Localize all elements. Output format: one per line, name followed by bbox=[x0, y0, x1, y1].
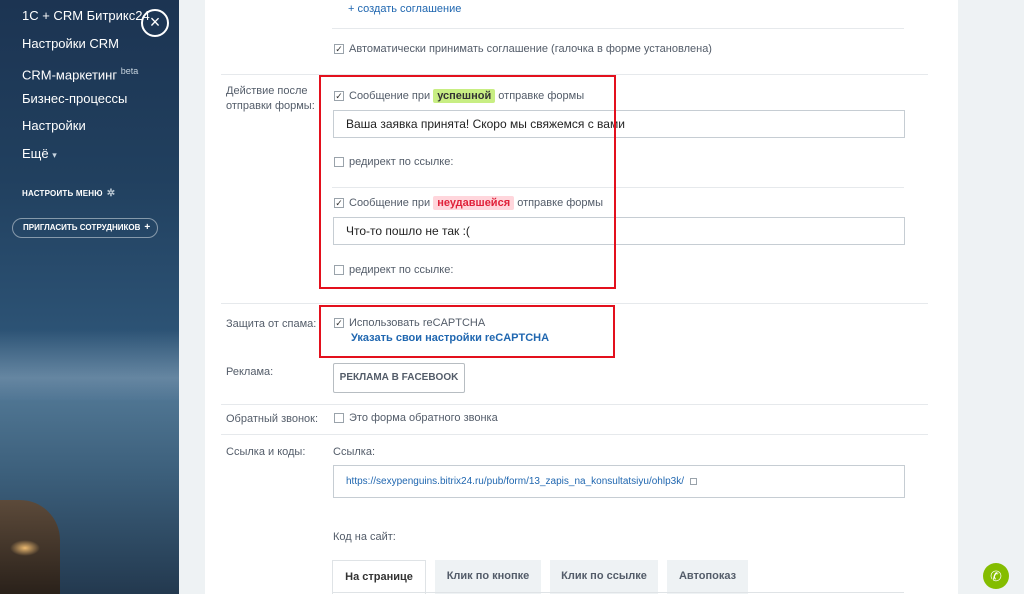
divider bbox=[332, 28, 904, 29]
after-submit-label: Действие после отправки формы: bbox=[226, 85, 315, 112]
sidebar-item-crm-settings[interactable]: Настройки CRM bbox=[22, 34, 172, 62]
callback-checkbox[interactable] bbox=[334, 413, 344, 423]
tab-autoshow[interactable]: Автопоказ bbox=[667, 560, 748, 594]
background-mountains bbox=[0, 330, 179, 410]
form-url-field[interactable]: https://sexypenguins.bitrix24.ru/pub/for… bbox=[333, 465, 905, 498]
chevron-down-icon: ▾ bbox=[52, 149, 57, 160]
divider bbox=[221, 404, 928, 405]
divider bbox=[221, 303, 928, 304]
highlight-frame bbox=[319, 75, 616, 289]
beta-badge: beta bbox=[120, 66, 139, 76]
auto-accept-checkbox[interactable]: ✓ bbox=[334, 44, 344, 54]
sidebar-item-settings[interactable]: Настройки bbox=[22, 116, 172, 144]
tab-on-page[interactable]: На странице bbox=[332, 560, 426, 594]
phone-icon[interactable]: ✆ bbox=[983, 563, 1009, 589]
invite-employees-button[interactable]: ПРИГЛАСИТЬ СОТРУДНИКОВ + bbox=[12, 218, 158, 238]
left-menu-sidebar: 1С + CRM Битрикс24 Настройки CRM CRM-мар… bbox=[0, 0, 179, 594]
code-caption: Код на сайт: bbox=[333, 531, 396, 543]
create-agreement-link[interactable]: + создать соглашение bbox=[348, 3, 461, 15]
tab-click-button[interactable]: Клик по кнопке bbox=[435, 560, 541, 594]
links-codes-label: Ссылка и коды: bbox=[226, 446, 306, 458]
tab-click-link[interactable]: Клик по ссылке bbox=[550, 560, 658, 594]
divider bbox=[221, 434, 928, 435]
sidebar-item-crm-marketing[interactable]: CRM-маркетинг beta bbox=[22, 61, 172, 89]
ads-label: Реклама: bbox=[226, 366, 274, 378]
link-caption: Ссылка: bbox=[333, 446, 375, 458]
callback-checkbox-label: Это форма обратного звонка bbox=[349, 412, 498, 424]
close-icon[interactable]: × bbox=[141, 9, 169, 37]
facebook-ads-button[interactable]: РЕКЛАМА В FACEBOOK bbox=[333, 363, 465, 393]
spam-protection-label: Защита от спама: bbox=[226, 318, 317, 330]
highlight-frame bbox=[319, 305, 615, 358]
external-link-icon[interactable] bbox=[689, 478, 697, 485]
form-url-link[interactable]: https://sexypenguins.bitrix24.ru/pub/for… bbox=[346, 476, 684, 487]
sidebar-item-business-processes[interactable]: Бизнес-процессы bbox=[22, 89, 172, 117]
callback-label: Обратный звонок: bbox=[226, 413, 319, 425]
right-gutter bbox=[958, 0, 1024, 594]
sidebar-item-more[interactable]: Ещё ▾ bbox=[22, 144, 172, 172]
auto-accept-label: Автоматически принимать соглашение (гало… bbox=[349, 43, 712, 55]
configure-menu-button[interactable]: НАСТРОИТЬ МЕНЮ ✲ bbox=[22, 188, 115, 199]
gear-icon: ✲ bbox=[106, 188, 116, 199]
plus-icon: + bbox=[144, 222, 151, 233]
background-light bbox=[10, 540, 40, 556]
